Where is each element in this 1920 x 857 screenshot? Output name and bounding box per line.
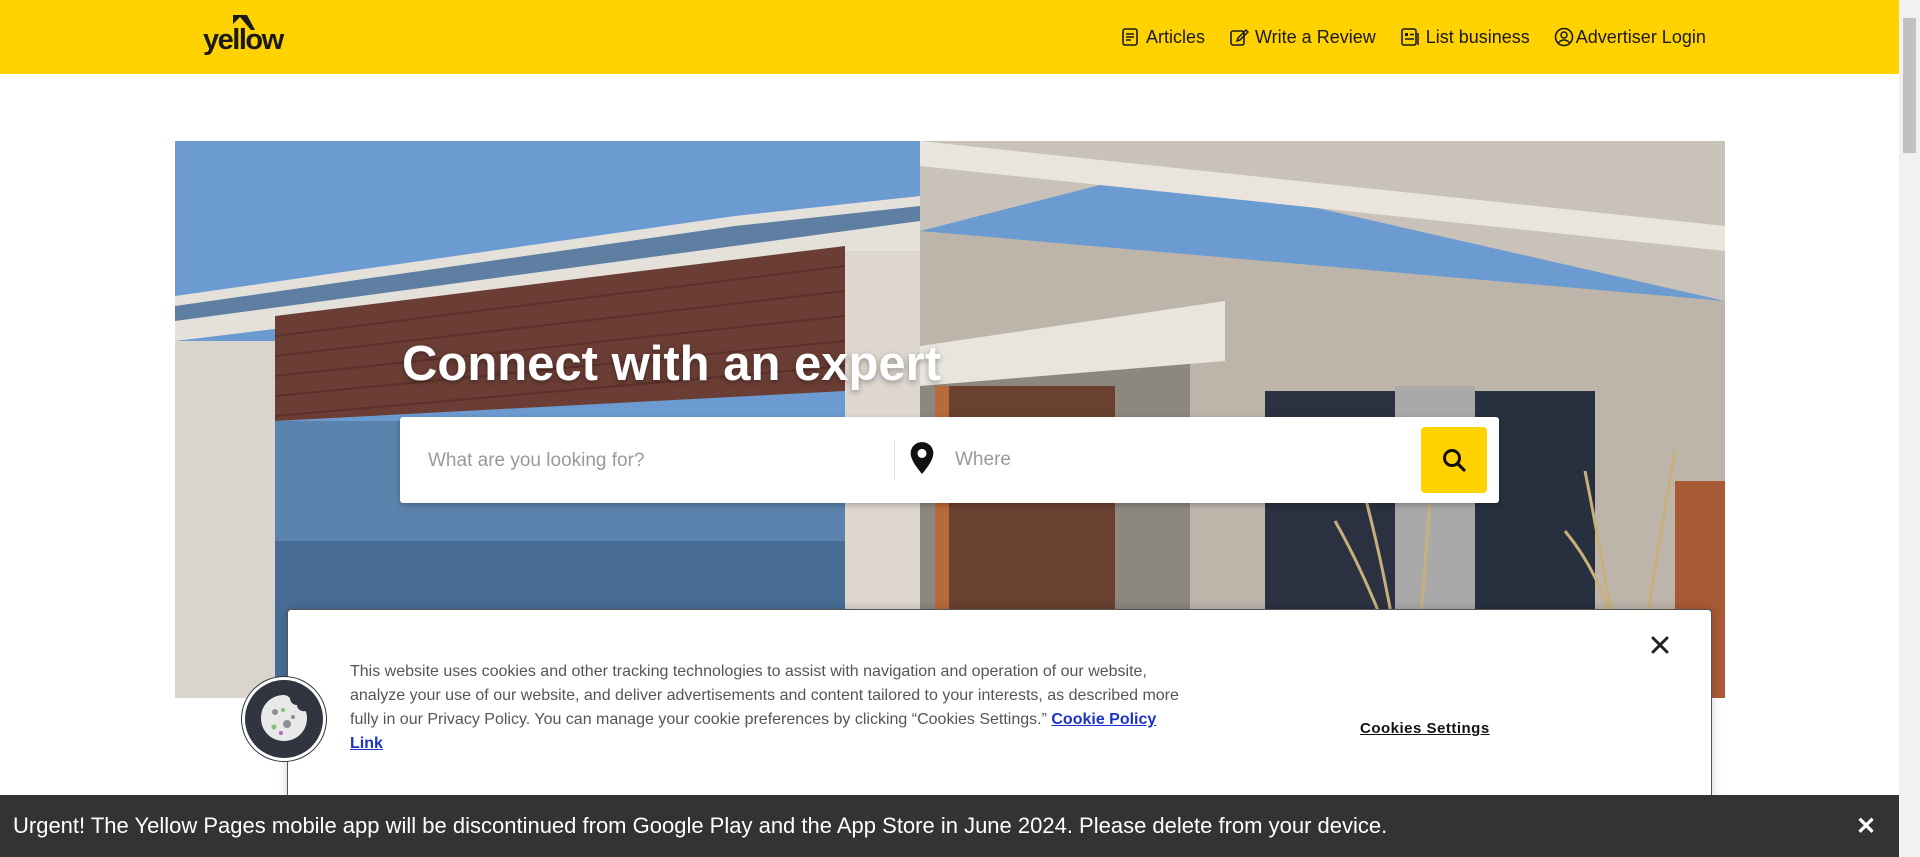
urgent-close-button[interactable]: ✕: [1856, 812, 1876, 841]
yellow-logo[interactable]: yellow: [203, 12, 295, 56]
search-bar: [400, 417, 1499, 505]
nav-write-review-label: Write a Review: [1255, 26, 1376, 47]
nav-list-business[interactable]: List business: [1400, 27, 1530, 48]
nav-articles-label: Articles: [1146, 26, 1206, 47]
site-header: yellow Articles Write a Review List busi…: [0, 0, 1899, 74]
close-icon[interactable]: [1649, 634, 1671, 656]
nav-advertiser-login-label: Advertiser Login: [1575, 26, 1706, 47]
urgent-notice-bar: Urgent! The Yellow Pages mobile app will…: [0, 795, 1899, 857]
nav-articles[interactable]: Articles: [1120, 27, 1205, 48]
search-divider: [894, 440, 895, 480]
search-where-input[interactable]: [953, 417, 1357, 503]
logo-text: yellow: [203, 24, 284, 56]
search-what-input[interactable]: [426, 417, 880, 505]
edit-icon: [1230, 28, 1250, 46]
nav-list-business-label: List business: [1425, 26, 1530, 47]
nav-write-review[interactable]: Write a Review: [1229, 27, 1376, 48]
search-button[interactable]: [1421, 427, 1487, 493]
hero-title: Connect with an expert: [402, 337, 942, 391]
scrollbar-thumb[interactable]: [1903, 18, 1916, 153]
article-icon: [1122, 28, 1138, 46]
user-circle-icon: [1554, 27, 1574, 47]
location-pin-icon: [910, 442, 934, 474]
main-nav: Articles Write a Review List business Ad…: [1120, 0, 1730, 74]
urgent-message: Urgent! The Yellow Pages mobile app will…: [13, 813, 1388, 838]
cookie-text: This website uses cookies and other trac…: [350, 660, 1190, 756]
cookie-banner: This website uses cookies and other trac…: [287, 609, 1712, 801]
search-icon: [1443, 449, 1466, 472]
cookies-settings-button[interactable]: Cookies Settings: [1360, 720, 1490, 737]
cookie-preferences-button[interactable]: [245, 680, 323, 758]
nav-advertiser-login[interactable]: Advertiser Login: [1554, 27, 1706, 48]
cookie-icon: [261, 695, 307, 741]
list-icon: [1400, 28, 1419, 46]
page-scrollbar[interactable]: [1899, 0, 1920, 857]
